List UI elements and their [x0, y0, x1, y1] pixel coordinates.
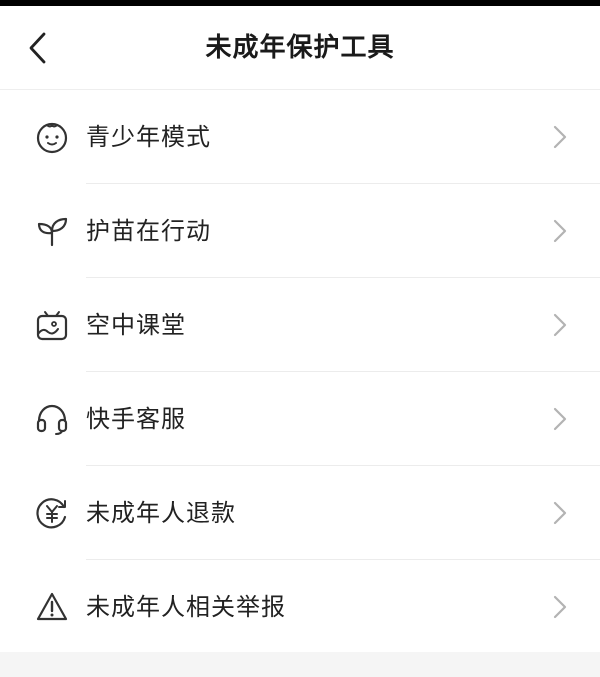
menu-item-minor-report[interactable]: 未成年人相关举报: [0, 560, 600, 654]
chevron-right-icon: [553, 595, 567, 619]
chevron-right-icon: [553, 313, 567, 337]
navigation-header: 未成年保护工具: [0, 6, 600, 90]
chevron-right-icon: [553, 501, 567, 525]
menu-item-label: 未成年人相关举报: [86, 593, 286, 621]
page-background: [0, 652, 600, 677]
sprout-icon: [34, 213, 70, 249]
menu-item-label: 未成年人退款: [86, 499, 236, 527]
menu-item-customer-service[interactable]: 快手客服: [0, 372, 600, 466]
tool-menu-list: 青少年模式 护苗在行动 空中课堂 快手客服 未成年人退款 未成年人相关举报: [0, 90, 600, 652]
chevron-right-icon: [553, 407, 567, 431]
yuan-refund-icon: [34, 495, 70, 531]
menu-item-label: 青少年模式: [86, 123, 211, 151]
chevron-right-icon: [553, 125, 567, 149]
baby-face-icon: [34, 119, 70, 155]
menu-item-label: 快手客服: [86, 405, 186, 433]
headset-icon: [34, 401, 70, 437]
menu-item-label: 护苗在行动: [86, 217, 211, 245]
chevron-right-icon: [553, 219, 567, 243]
page-title: 未成年保护工具: [205, 33, 395, 63]
menu-item-seedling-protection[interactable]: 护苗在行动: [0, 184, 600, 278]
menu-item-teen-mode[interactable]: 青少年模式: [0, 90, 600, 184]
classroom-icon: [34, 307, 70, 343]
menu-item-label: 空中课堂: [86, 311, 186, 339]
menu-item-online-classroom[interactable]: 空中课堂: [0, 278, 600, 372]
warning-icon: [34, 589, 70, 625]
menu-item-minor-refund[interactable]: 未成年人退款: [0, 466, 600, 560]
